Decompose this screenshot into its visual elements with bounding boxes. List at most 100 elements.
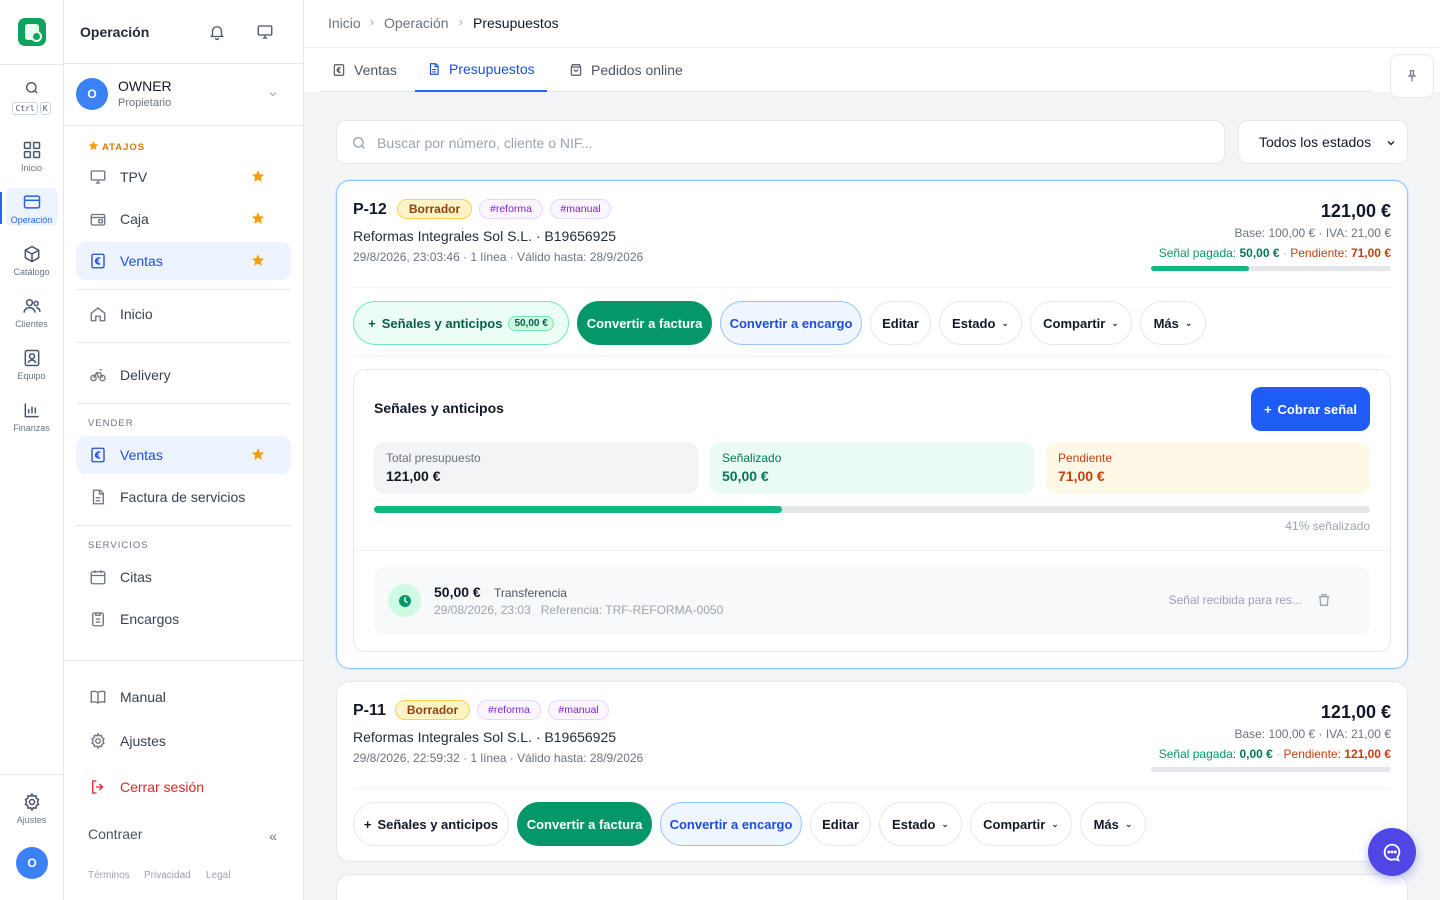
nav-ventas[interactable]: Ventas: [76, 436, 291, 474]
search-icon: [353, 137, 365, 149]
quote-card[interactable]: P-12 Borrador #reforma #manual Reformas …: [336, 180, 1408, 669]
status-filter-value: Todos los estados: [1259, 134, 1372, 150]
quote-card-partial[interactable]: [336, 874, 1408, 900]
chevron-right-icon: ›: [459, 15, 463, 29]
clock-icon: [388, 584, 421, 617]
share-button[interactable]: Compartir ⌄: [1030, 301, 1132, 345]
nav-label: Factura de servicios: [120, 489, 246, 505]
shortcut-ventas[interactable]: Ventas: [76, 242, 291, 280]
convert-invoice-button[interactable]: Convertir a factura: [517, 802, 652, 846]
quote-meta: 29/8/2026, 22:59:32 · 1 línea · Válido h…: [353, 751, 644, 765]
edit-button[interactable]: Editar: [870, 301, 931, 345]
status-badge: Borrador: [395, 700, 470, 720]
breadcrumb-inicio[interactable]: Inicio: [328, 15, 361, 31]
trash-icon[interactable]: [1316, 592, 1332, 608]
tab-ventas[interactable]: Ventas: [320, 48, 409, 92]
nav-ajustes[interactable]: Ajustes: [76, 722, 291, 760]
rail-item-ajustes[interactable]: Ajustes: [0, 792, 63, 844]
terms-link[interactable]: Términos: [88, 870, 130, 881]
rail-item-inicio[interactable]: Inicio: [0, 140, 63, 192]
invoice-icon: [92, 489, 104, 505]
rail-search-button[interactable]: Ctrl K: [0, 80, 63, 115]
legal-link[interactable]: Legal: [206, 870, 230, 881]
chevron-right-icon: ›: [370, 15, 374, 29]
nav-inicio[interactable]: Inicio: [76, 295, 291, 333]
state-button[interactable]: Estado ⌄: [939, 301, 1022, 345]
users-icon: [22, 299, 41, 313]
star-icon[interactable]: [251, 447, 265, 461]
nav-label: Inicio: [120, 306, 153, 322]
user-avatar[interactable]: O: [16, 847, 48, 879]
plus-icon: +: [1263, 401, 1272, 417]
chat-button[interactable]: [1368, 828, 1416, 876]
nav-manual[interactable]: Manual: [76, 678, 291, 716]
kbd-ctrl: Ctrl: [12, 102, 38, 115]
payment-row: 50,00 € Transferencia 29/08/2026, 23:03 …: [374, 567, 1370, 634]
nav-encargos[interactable]: Encargos: [76, 600, 291, 638]
button-label: Estado: [952, 315, 996, 331]
signals-button[interactable]: + Señales y anticipos 50,00 €: [353, 301, 569, 345]
breadcrumb-current: Presupuestos: [473, 15, 559, 31]
logout-button[interactable]: Cerrar sesión: [76, 768, 291, 806]
convert-invoice-button[interactable]: Convertir a factura: [577, 301, 712, 345]
signals-button[interactable]: + Señales y anticipos: [353, 802, 509, 846]
rail-item-clientes[interactable]: Clientes: [0, 296, 63, 348]
rail-label: Operación: [10, 215, 53, 225]
rail-item-operacion[interactable]: Operación: [0, 188, 63, 244]
share-button[interactable]: Compartir ⌄: [970, 802, 1072, 846]
stat-label: Total presupuesto: [386, 451, 481, 465]
breadcrumb-operacion[interactable]: Operación: [384, 15, 449, 31]
rail-label: Catálogo: [13, 267, 50, 277]
nav-delivery[interactable]: Delivery: [76, 356, 291, 394]
app-logo[interactable]: [18, 18, 46, 46]
double-chevron-left-icon[interactable]: «: [269, 828, 277, 844]
servicios-heading: SERVICIOS: [88, 540, 149, 551]
convert-order-button[interactable]: Convertir a encargo: [660, 802, 802, 846]
signal-label: Señal pagada:: [1158, 747, 1237, 761]
quote-meta: 29/8/2026, 23:03:46 · 1 línea · Válido h…: [353, 250, 644, 264]
owner-switcher[interactable]: O OWNER Propietario: [64, 64, 303, 126]
collapse-label[interactable]: Contraer: [88, 826, 142, 842]
chevron-down-icon: ⌄: [1124, 818, 1133, 829]
quote-number: P-11: [353, 702, 386, 719]
bell-icon[interactable]: [208, 23, 226, 41]
tab-label: Presupuestos: [449, 61, 535, 77]
convert-order-button[interactable]: Convertir a encargo: [720, 301, 862, 345]
star-icon[interactable]: [251, 253, 265, 267]
status-filter-select[interactable]: Todos los estados: [1238, 120, 1408, 164]
pin-button[interactable]: [1390, 54, 1434, 98]
quote-card[interactable]: P-11 Borrador #reforma #manual Reformas …: [336, 681, 1408, 862]
chevron-down-icon: ⌄: [941, 818, 949, 829]
star-icon[interactable]: [251, 169, 265, 183]
more-button[interactable]: Más ⌄: [1140, 301, 1206, 345]
tab-presupuestos[interactable]: Presupuestos: [415, 48, 547, 92]
logout-icon: [92, 780, 104, 794]
search-input[interactable]: [377, 131, 1177, 155]
side-panel: Operación O OWNER Propietario ATAJOS TPV…: [64, 0, 304, 900]
star-icon[interactable]: [251, 211, 265, 225]
more-button[interactable]: Más ⌄: [1080, 802, 1146, 846]
nav-label: Cerrar sesión: [120, 779, 205, 795]
shortcut-tpv[interactable]: TPV: [76, 158, 291, 196]
rail-item-finanzas[interactable]: Finanzas: [0, 400, 63, 452]
payment-note: Señal recibida para res...: [1168, 593, 1302, 607]
state-button[interactable]: Estado ⌄: [879, 802, 962, 846]
pending-label: Pendiente:: [1290, 246, 1348, 260]
privacy-link[interactable]: Privacidad: [144, 870, 191, 881]
main-content: Inicio › Operación › Presupuestos Ventas…: [304, 0, 1440, 900]
tab-pedidos-online[interactable]: Pedidos online: [557, 48, 695, 92]
signal-progress-large: [374, 506, 1370, 513]
vender-heading: VENDER: [88, 418, 134, 429]
chevron-down-icon: ⌄: [1111, 317, 1119, 328]
collect-signal-button[interactable]: + Cobrar señal: [1251, 387, 1370, 431]
euro-receipt-icon: [91, 253, 105, 269]
chevron-down-icon: ⌄: [1051, 818, 1059, 829]
nav-factura-servicios[interactable]: Factura de servicios: [76, 478, 291, 516]
shortcut-caja[interactable]: Caja: [76, 200, 291, 238]
rail-item-equipo[interactable]: Equipo: [0, 348, 63, 400]
nav-citas[interactable]: Citas: [76, 558, 291, 596]
monitor-icon[interactable]: [256, 23, 274, 41]
tab-label: Ventas: [354, 62, 397, 78]
rail-item-catalogo[interactable]: Catálogo: [0, 244, 63, 296]
edit-button[interactable]: Editar: [810, 802, 871, 846]
